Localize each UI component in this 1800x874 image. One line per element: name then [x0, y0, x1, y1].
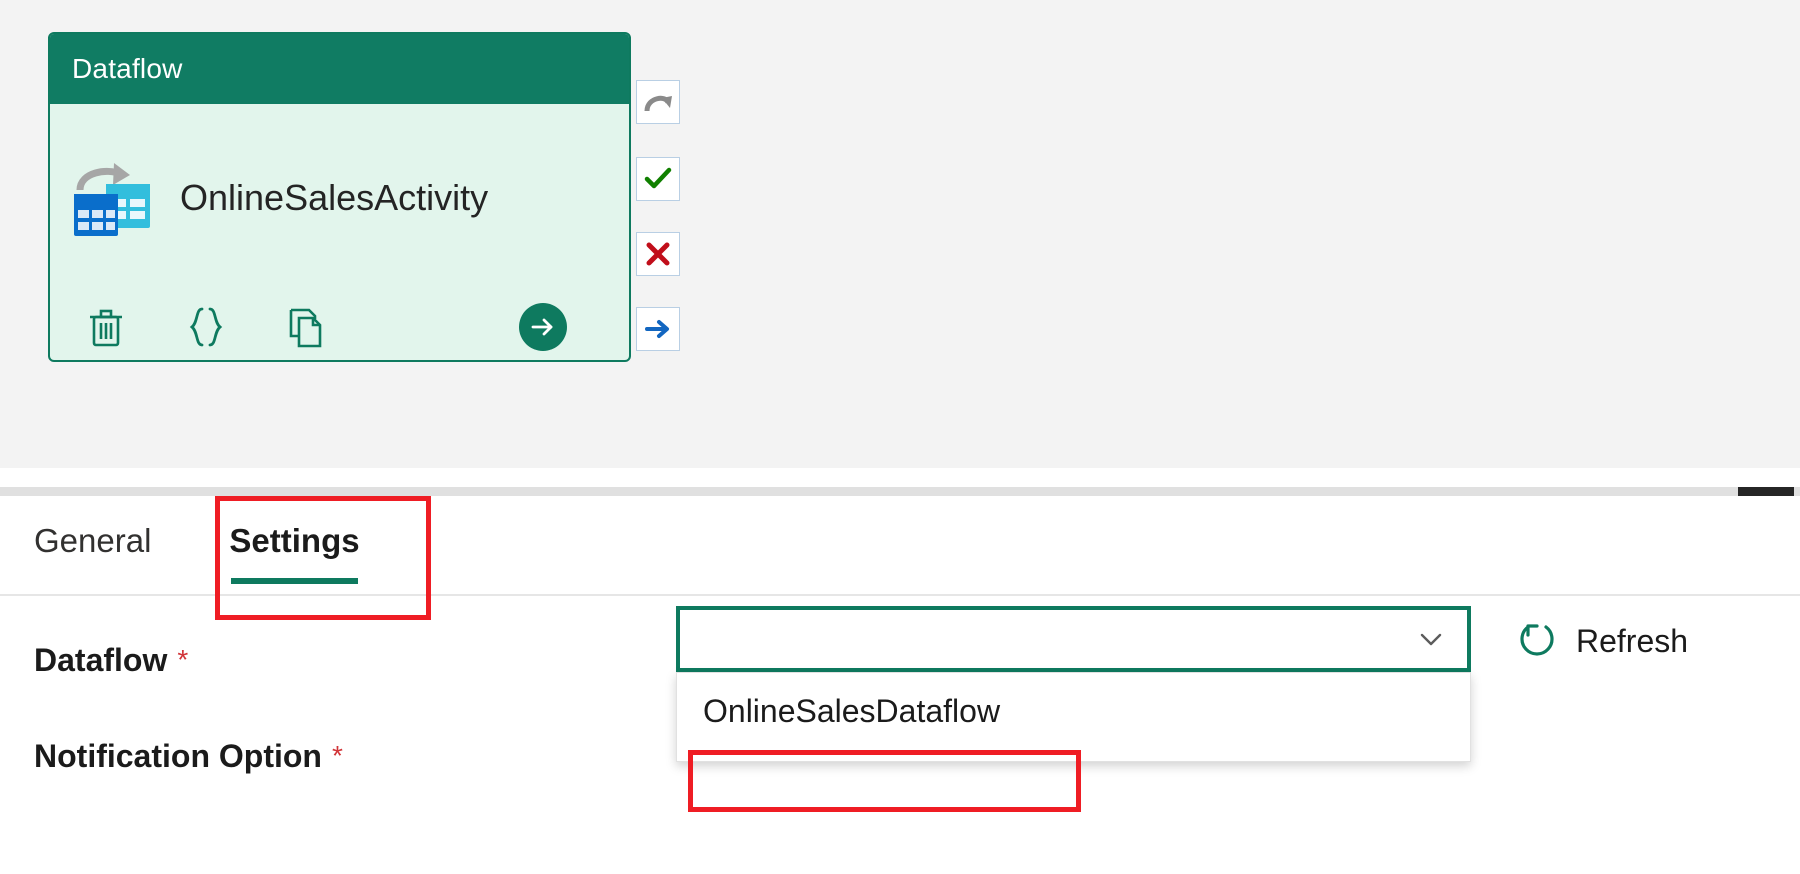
tab-settings[interactable]: Settings	[229, 522, 360, 584]
pipeline-canvas[interactable]: Dataflow OnlineSalesActivity	[0, 0, 1800, 468]
horizontal-scrollbar-thumb[interactable]	[1738, 487, 1794, 496]
notification-option-required-marker: *	[331, 740, 343, 771]
panel-tab-bar: General Settings	[0, 496, 1800, 620]
refresh-circular-arrow-icon	[1516, 618, 1558, 665]
dataflow-dropdown-list[interactable]: OnlineSalesDataflow	[676, 672, 1471, 762]
delete-icon[interactable]	[80, 301, 132, 353]
badge-on-skip[interactable]	[636, 80, 680, 124]
activity-type-label: Dataflow	[72, 53, 183, 84]
screen-root: Dataflow OnlineSalesActivity General Set…	[0, 0, 1800, 874]
badge-on-fail[interactable]	[636, 232, 680, 276]
settings-form: Dataflow * Notification Option * OnlineS…	[0, 596, 1800, 804]
activity-card-dataflow[interactable]: Dataflow OnlineSalesActivity	[48, 32, 631, 362]
copy-icon[interactable]	[280, 301, 332, 353]
activity-card-body: OnlineSalesActivity	[50, 104, 629, 292]
notification-option-field-label: Notification Option	[34, 737, 322, 774]
chevron-down-icon	[1417, 625, 1445, 653]
dataflow-combobox-wrapper: OnlineSalesDataflow	[676, 606, 1471, 762]
connector-badge-column	[636, 0, 682, 400]
refresh-button[interactable]: Refresh	[1516, 618, 1688, 665]
dropdown-option-onlinesalesdataflow[interactable]: OnlineSalesDataflow	[677, 683, 1470, 739]
activity-card-header: Dataflow	[50, 34, 629, 104]
run-arrow-button[interactable]	[519, 303, 567, 351]
activity-name-label: OnlineSalesActivity	[180, 177, 489, 218]
horizontal-scrollbar-track[interactable]	[0, 487, 1800, 496]
dataflow-icon	[68, 160, 154, 236]
badge-on-success[interactable]	[636, 157, 680, 201]
badge-on-completion[interactable]	[636, 307, 680, 351]
dataflow-field-label: Dataflow	[34, 641, 168, 678]
activity-card-footer	[50, 292, 629, 360]
properties-panel: General Settings Dataflow * Notification…	[0, 496, 1800, 874]
dataflow-combobox[interactable]	[676, 606, 1471, 672]
dataflow-required-marker: *	[177, 644, 189, 675]
code-braces-icon[interactable]	[180, 301, 232, 353]
tab-general[interactable]: General	[34, 522, 151, 568]
refresh-label: Refresh	[1576, 623, 1689, 659]
